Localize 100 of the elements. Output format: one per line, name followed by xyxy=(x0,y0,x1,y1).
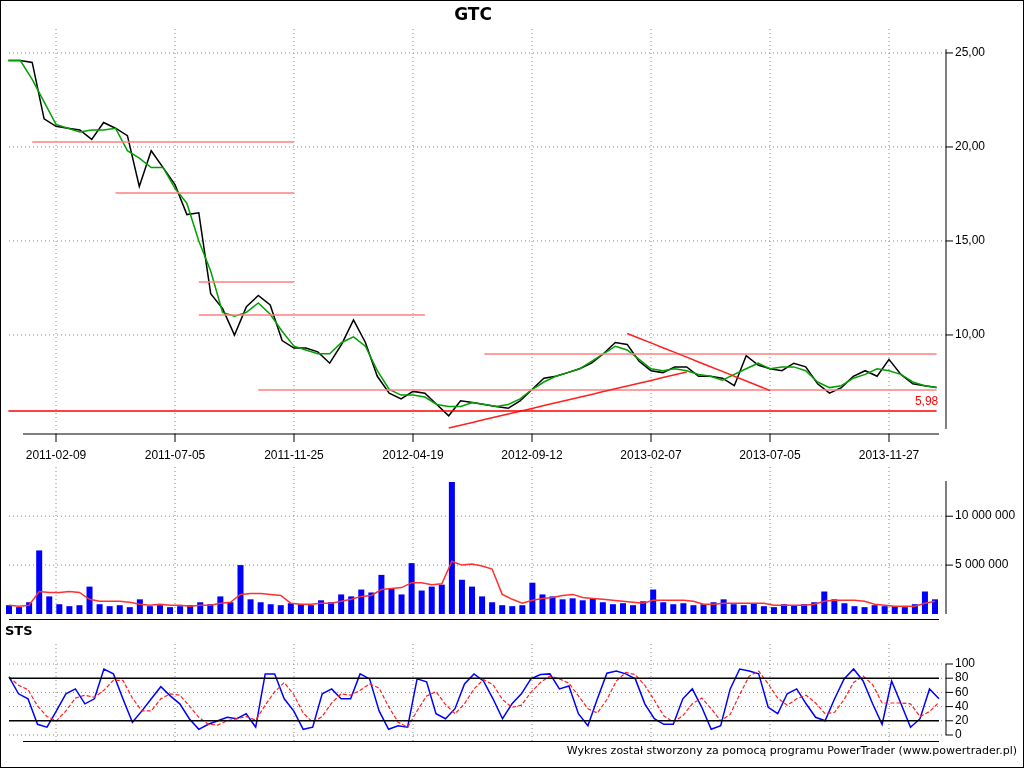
volume-bar xyxy=(6,605,12,614)
chart-title: GTC xyxy=(454,4,492,24)
oscillator-axis-label: 0 xyxy=(955,727,962,741)
volume-bar xyxy=(750,603,757,614)
volume-bar xyxy=(287,603,294,614)
volume-bar xyxy=(861,607,868,614)
volume-bar xyxy=(167,607,174,614)
volume-bar xyxy=(730,604,737,614)
volume-bar xyxy=(328,602,335,614)
date-label: 2011-07-05 xyxy=(144,448,206,462)
volume-bar xyxy=(720,599,727,614)
volume-bar xyxy=(519,605,526,614)
volume-bar xyxy=(690,605,697,614)
volume-bar xyxy=(378,574,385,614)
volume-bar xyxy=(297,604,304,614)
volume-bar xyxy=(237,565,244,614)
date-label: 2011-11-25 xyxy=(264,448,324,462)
volume-bar xyxy=(821,591,828,614)
volume-bar xyxy=(921,591,928,614)
volume-axis-label: 10 000 000 xyxy=(955,508,1016,523)
volume-bar xyxy=(267,604,274,614)
volume-bar xyxy=(46,596,53,614)
volume-bar xyxy=(96,604,103,614)
volume-bar xyxy=(509,606,516,614)
volume-bar xyxy=(851,606,858,614)
volume-bar xyxy=(177,606,184,614)
volume-bar xyxy=(338,594,345,614)
volume-bar xyxy=(126,607,133,614)
oscillator-axis-label: 40 xyxy=(955,698,969,713)
volume-bar xyxy=(318,600,324,614)
date-label: 2013-11-27 xyxy=(858,448,920,462)
oscillator-axis-label: 20 xyxy=(955,712,969,727)
volume-bar xyxy=(489,602,496,614)
volume-bar xyxy=(770,607,777,614)
volume-bar xyxy=(217,596,224,614)
volume-bar xyxy=(16,607,23,614)
volume-bar xyxy=(187,605,194,614)
volume-bar xyxy=(26,602,33,614)
volume-bar xyxy=(630,605,637,614)
volume-bar xyxy=(529,582,536,614)
price-axis-label: 15,00 xyxy=(955,233,986,248)
volume-bar xyxy=(207,604,214,614)
volume-bar xyxy=(549,596,556,614)
volume-bar xyxy=(146,606,153,614)
volume-bar xyxy=(599,602,606,614)
volume-bar xyxy=(499,605,506,614)
volume-bar xyxy=(428,586,435,614)
volume-bar xyxy=(368,592,375,614)
volume-bar xyxy=(106,606,113,614)
volume-bar xyxy=(660,602,667,614)
volume-bar xyxy=(458,579,465,614)
volume-bar xyxy=(438,584,445,614)
volume-bar xyxy=(620,603,626,614)
volume-axis-label: 5 000 000 xyxy=(955,557,1009,572)
volume-bar xyxy=(307,605,314,614)
price-axis-label: 10,00 xyxy=(955,327,986,342)
date-label: 2012-09-12 xyxy=(501,448,563,462)
volume-bar xyxy=(36,550,43,614)
volume-bar xyxy=(609,604,616,614)
panel-title: STS xyxy=(5,623,33,638)
volume-bar xyxy=(66,606,73,614)
volume-bar xyxy=(680,603,687,614)
price-label: 5,98 xyxy=(914,394,939,409)
volume-bar xyxy=(589,598,596,614)
volume-bar xyxy=(569,598,576,614)
volume-bar xyxy=(247,599,254,614)
oscillator-axis-label: 60 xyxy=(955,684,969,699)
volume-bar xyxy=(670,604,677,614)
volume-bar xyxy=(348,596,355,614)
volume-bar xyxy=(700,604,707,614)
volume-bar xyxy=(579,600,586,614)
footer-credit: Wykres został stworzony za pomocą programu PowerTrader (www.powertrader.pl) xyxy=(566,743,1017,757)
price-axis-label: 25,00 xyxy=(955,45,986,60)
volume-bar xyxy=(871,605,878,614)
volume-bar xyxy=(388,588,395,614)
volume-bar xyxy=(277,605,284,614)
volume-bar xyxy=(640,601,647,614)
volume-bar xyxy=(398,594,405,614)
volume-bar xyxy=(559,599,566,614)
volume-bar xyxy=(56,604,63,614)
date-label: 2013-02-07 xyxy=(620,448,682,462)
volume-bar xyxy=(901,607,908,614)
oscillator-axis-label: 100 xyxy=(955,656,976,671)
volume-bar xyxy=(911,604,918,614)
volume-bar xyxy=(418,590,425,614)
volume-bar xyxy=(358,589,365,614)
volume-bar xyxy=(227,602,234,614)
price-axis-label: 20,00 xyxy=(955,139,986,154)
volume-bar xyxy=(881,606,888,614)
volume-bar xyxy=(408,563,415,614)
oscillator-axis-label: 80 xyxy=(955,670,969,685)
volume-bar xyxy=(469,586,475,614)
volume-bar xyxy=(539,594,546,614)
volume-bar xyxy=(740,605,747,614)
volume-bar xyxy=(86,586,93,614)
volume-bar xyxy=(76,605,83,614)
volume-bar xyxy=(136,599,143,614)
volume-bar xyxy=(197,602,204,614)
volume-bar xyxy=(932,599,938,614)
volume-bar xyxy=(760,606,767,614)
